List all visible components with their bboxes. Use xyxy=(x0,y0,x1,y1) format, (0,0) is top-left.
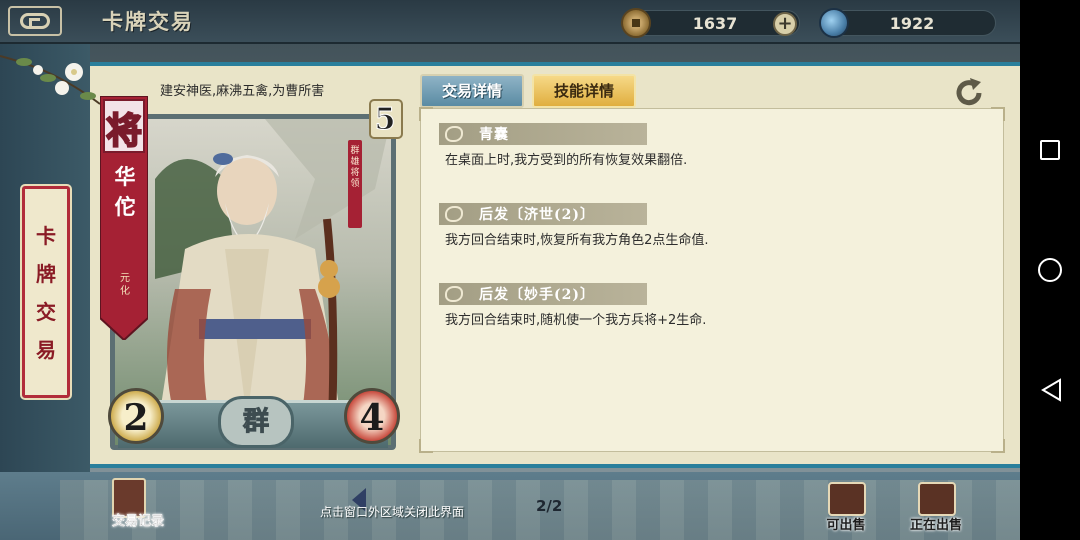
side-label: 群雄将领 xyxy=(348,140,362,228)
health-value: 4 xyxy=(344,388,400,444)
back-icon xyxy=(20,13,50,29)
attack-value: 2 xyxy=(108,388,164,444)
top-bar: 卡牌交易 1637 + 1922 xyxy=(0,0,1020,44)
card-cost: 5 xyxy=(374,102,396,138)
skill-header: 后发〔妙手(2)〕 xyxy=(439,283,647,305)
recents-icon[interactable] xyxy=(1040,140,1060,160)
gem-icon xyxy=(819,8,849,38)
coin-counter: 1637 + xyxy=(621,8,800,38)
trade-record-label: 交易记录 xyxy=(111,514,164,529)
hero-courtesy-name: 元化 xyxy=(120,273,130,297)
gem-value: 1922 xyxy=(889,14,935,33)
tab-trade-details[interactable]: 交易详情 xyxy=(420,74,524,108)
refresh-icon[interactable] xyxy=(952,76,986,110)
selling-icon xyxy=(918,482,956,516)
trade-record-button[interactable]: 交易记录 xyxy=(100,478,172,534)
back-button[interactable] xyxy=(8,6,62,36)
corner-ornament xyxy=(419,107,433,121)
side-tag-label: 卡牌交易 xyxy=(36,224,56,362)
corner-ornament xyxy=(419,439,433,453)
skill-header: 青囊 xyxy=(439,123,647,145)
selling-label: 正在出售 xyxy=(909,518,962,533)
close-hint: 点击窗口外区域关闭此界面 xyxy=(320,505,465,519)
seal-icon xyxy=(445,126,463,142)
skill-panel: 青囊 在桌面上时,我方受到的所有恢复效果翻倍. 后发〔济世(2)〕 我方回合结束… xyxy=(419,107,1005,453)
coin-value: 1637 xyxy=(692,14,738,33)
skill-name: 后发〔妙手(2)〕 xyxy=(479,287,595,303)
skill-description: 在桌面上时,我方受到的所有恢复效果翻倍. xyxy=(445,153,688,168)
corner-ornament xyxy=(991,107,1005,121)
skill-name: 青囊 xyxy=(479,127,509,143)
selling-button[interactable]: 正在出售 xyxy=(896,482,976,536)
skill-description: 我方回合结束时,随机使一个我方兵将+2生命. xyxy=(445,313,707,328)
sellable-button[interactable]: 可出售 xyxy=(806,482,886,536)
home-icon[interactable] xyxy=(1038,258,1062,282)
hero-name: 华佗 xyxy=(114,164,136,219)
page-indicator: 2/2 xyxy=(536,497,563,515)
page-title: 卡牌交易 xyxy=(102,9,194,34)
android-nav-bar xyxy=(1020,0,1080,540)
skill-name: 后发〔济世(2)〕 xyxy=(479,207,595,223)
skill-description: 我方回合结束时,恢复所有我方角色2点生命值. xyxy=(445,233,709,248)
side-tag: 卡牌交易 xyxy=(20,184,72,400)
add-coins-button[interactable]: + xyxy=(773,12,797,36)
card-type: 将 xyxy=(105,109,143,153)
flower-decoration xyxy=(0,55,101,105)
seal-icon xyxy=(445,206,463,222)
tab-skill-details[interactable]: 技能详情 xyxy=(532,74,636,108)
gem-counter: 1922 xyxy=(819,8,996,38)
coin-icon xyxy=(621,8,651,38)
corner-ornament xyxy=(991,439,1005,453)
back-triangle-icon[interactable] xyxy=(1040,378,1062,402)
sellable-icon xyxy=(828,482,866,516)
faction-badge: 群 xyxy=(218,396,294,448)
sellable-label: 可出售 xyxy=(826,518,866,533)
skill-header: 后发〔济世(2)〕 xyxy=(439,203,647,225)
hero-card[interactable]: 将 华佗 元化 5 群雄将领 2 群 4 xyxy=(98,96,403,456)
seal-icon xyxy=(445,286,463,302)
game-screen: 卡牌交易 1637 + 1922 卡牌交易 建安神医,麻沸五禽,为曹所害 将 华… xyxy=(0,0,1020,540)
